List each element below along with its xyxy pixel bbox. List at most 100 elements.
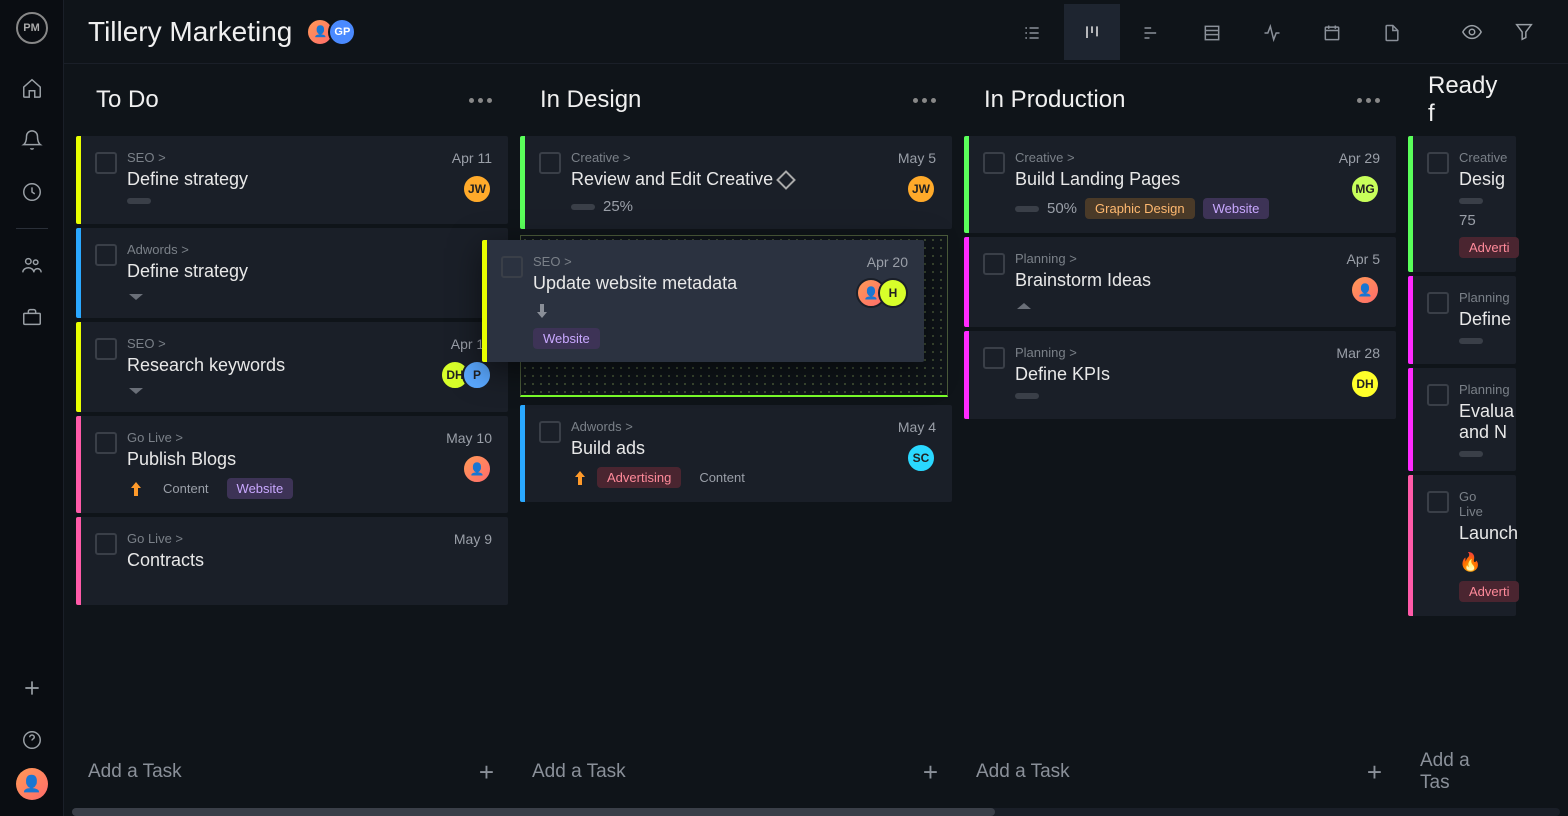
task-category[interactable]: Creative: [1459, 150, 1500, 165]
view-calendar-icon[interactable]: [1304, 4, 1360, 60]
tag-advertising[interactable]: Adverti: [1459, 581, 1519, 602]
tag-graphic[interactable]: Graphic Design: [1085, 198, 1195, 219]
home-icon[interactable]: [8, 64, 56, 112]
task-assignees[interactable]: 👤 H: [864, 278, 908, 308]
task-card[interactable]: Adwords > Define strategy: [76, 228, 508, 318]
task-assignees[interactable]: MG: [1358, 174, 1380, 204]
help-icon[interactable]: [8, 716, 56, 764]
task-category[interactable]: Planning: [1459, 290, 1500, 305]
view-table-icon[interactable]: [1184, 4, 1240, 60]
horizontal-scrollbar[interactable]: [72, 808, 1560, 816]
add-task-button[interactable]: Add a Task +: [964, 744, 1400, 800]
task-category[interactable]: Planning >: [1015, 345, 1326, 360]
task-checkbox[interactable]: [501, 256, 523, 278]
task-checkbox[interactable]: [539, 152, 561, 174]
tag-content[interactable]: Content: [153, 478, 219, 499]
task-card[interactable]: Creative > Build Landing Pages 50% Graph…: [964, 136, 1396, 233]
task-checkbox[interactable]: [983, 347, 1005, 369]
view-gantt-icon[interactable]: [1124, 4, 1180, 60]
task-assignees[interactable]: JW: [470, 174, 492, 204]
view-files-icon[interactable]: [1364, 4, 1420, 60]
task-category[interactable]: Go Live >: [127, 430, 436, 445]
user-avatar[interactable]: 👤: [16, 768, 48, 800]
task-checkbox[interactable]: [95, 432, 117, 454]
clock-icon[interactable]: [8, 168, 56, 216]
dragging-task-card[interactable]: SEO > Update website metadata Website Ap…: [482, 240, 924, 362]
task-checkbox[interactable]: [95, 244, 117, 266]
task-checkbox[interactable]: [95, 338, 117, 360]
task-checkbox[interactable]: [1427, 152, 1449, 174]
task-card[interactable]: Creative Desig 75 Adverti: [1408, 136, 1516, 272]
task-card[interactable]: Go Live Launch 🔥 Adverti: [1408, 475, 1516, 616]
task-assignees[interactable]: DH: [1358, 369, 1380, 399]
task-assignees[interactable]: 👤: [1358, 275, 1380, 305]
project-members[interactable]: 👤 GP: [312, 18, 356, 46]
task-category[interactable]: SEO >: [127, 150, 442, 165]
task-category[interactable]: Creative >: [571, 150, 888, 165]
task-card[interactable]: SEO > Define strategy Apr 11 JW: [76, 136, 508, 224]
task-checkbox[interactable]: [1427, 384, 1449, 406]
column-title[interactable]: In Design: [540, 86, 641, 114]
tag-advertising[interactable]: Adverti: [1459, 237, 1519, 258]
header: Tillery Marketing 👤 GP: [64, 0, 1568, 64]
task-checkbox[interactable]: [1427, 491, 1449, 513]
view-list-icon[interactable]: [1004, 4, 1060, 60]
project-title[interactable]: Tillery Marketing: [88, 16, 292, 48]
task-meta: [1459, 451, 1500, 457]
task-card[interactable]: Go Live > Publish Blogs ContentWebsite M…: [76, 416, 508, 513]
task-category[interactable]: Adwords >: [571, 419, 888, 434]
filter-icon[interactable]: [1504, 12, 1544, 52]
task-category[interactable]: Planning: [1459, 382, 1500, 397]
tag-advertising[interactable]: Advertising: [597, 467, 681, 488]
task-card[interactable]: SEO > Research keywords Apr 13 DHP: [76, 322, 508, 412]
column-menu-icon[interactable]: [913, 98, 936, 103]
task-category[interactable]: Go Live: [1459, 489, 1500, 519]
view-activity-icon[interactable]: [1244, 4, 1300, 60]
briefcase-icon[interactable]: [8, 293, 56, 341]
add-icon[interactable]: [8, 664, 56, 712]
tag-content[interactable]: Content: [689, 467, 755, 488]
task-category[interactable]: Go Live >: [127, 531, 444, 546]
task-checkbox[interactable]: [95, 152, 117, 174]
column-title[interactable]: In Production: [984, 86, 1125, 114]
task-card[interactable]: Adwords > Build ads AdvertisingContent M…: [520, 405, 952, 502]
task-card[interactable]: Creative > Review and Edit Creative 25% …: [520, 136, 952, 229]
task-checkbox[interactable]: [539, 421, 561, 443]
app-logo[interactable]: PM: [16, 12, 48, 44]
task-card[interactable]: Go Live > Contracts May 9: [76, 517, 508, 605]
add-task-label: Add a Task: [976, 761, 1070, 783]
add-task-button[interactable]: Add a Tas: [1408, 744, 1520, 800]
task-card[interactable]: Planning Define: [1408, 276, 1516, 364]
column-header: In Design: [520, 64, 956, 136]
task-category[interactable]: SEO >: [127, 336, 438, 351]
add-task-button[interactable]: Add a Task +: [520, 744, 956, 800]
task-checkbox[interactable]: [1427, 292, 1449, 314]
tag-website[interactable]: Website: [533, 328, 600, 349]
task-card[interactable]: Planning Evalua and N: [1408, 368, 1516, 471]
visibility-icon[interactable]: [1452, 12, 1492, 52]
task-category[interactable]: Creative >: [1015, 150, 1329, 165]
task-checkbox[interactable]: [983, 253, 1005, 275]
view-board-icon[interactable]: [1064, 4, 1120, 60]
task-assignees[interactable]: JW: [914, 174, 936, 204]
column-menu-icon[interactable]: [469, 98, 492, 103]
add-task-button[interactable]: Add a Task +: [76, 744, 512, 800]
tag-website[interactable]: Website: [1203, 198, 1270, 219]
task-checkbox[interactable]: [95, 533, 117, 555]
people-icon[interactable]: [8, 241, 56, 289]
column-menu-icon[interactable]: [1357, 98, 1380, 103]
task-category[interactable]: Planning >: [1015, 251, 1337, 266]
task-assignees[interactable]: 👤: [470, 454, 492, 484]
column-title[interactable]: Ready f: [1428, 72, 1500, 128]
task-meta: [127, 290, 482, 304]
task-assignees[interactable]: DHP: [448, 360, 492, 390]
tag-website[interactable]: Website: [227, 478, 294, 499]
column-title[interactable]: To Do: [96, 86, 159, 114]
task-category[interactable]: SEO >: [533, 254, 854, 269]
task-checkbox[interactable]: [983, 152, 1005, 174]
task-card[interactable]: Planning > Define KPIs Mar 28 DH: [964, 331, 1396, 419]
task-category[interactable]: Adwords >: [127, 242, 482, 257]
task-assignees[interactable]: SC: [914, 443, 936, 473]
task-card[interactable]: Planning > Brainstorm Ideas Apr 5 👤: [964, 237, 1396, 327]
bell-icon[interactable]: [8, 116, 56, 164]
